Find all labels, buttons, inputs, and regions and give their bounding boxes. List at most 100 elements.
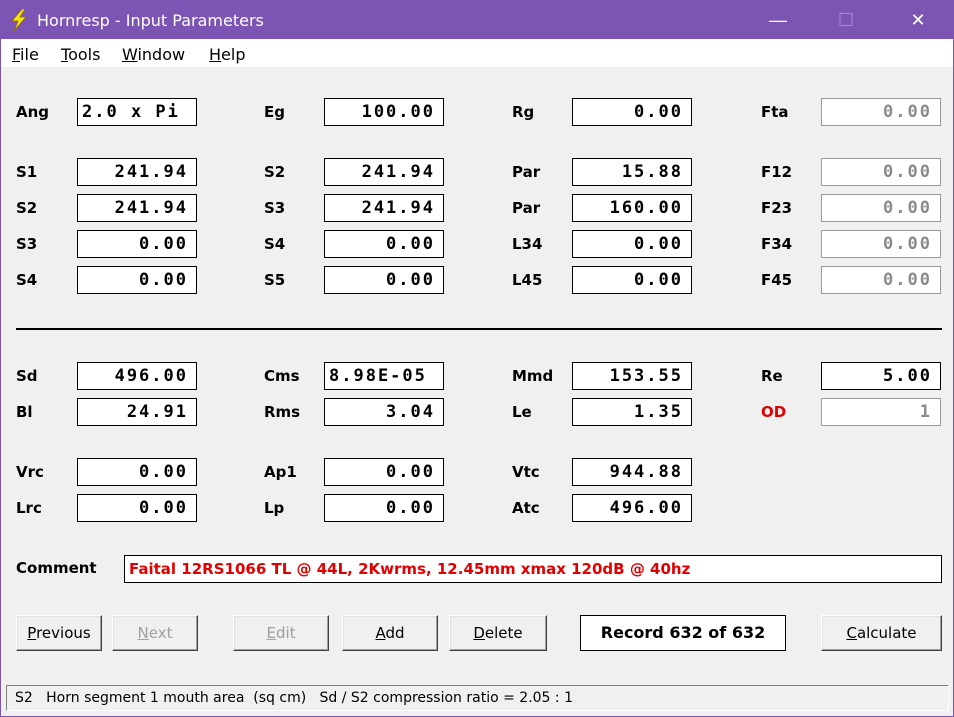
close-button[interactable]: ✕	[895, 1, 941, 39]
menu-tools-accel: T	[61, 45, 69, 64]
atc-field[interactable]: 496.00	[572, 494, 692, 522]
lightning-bolt-icon	[11, 9, 27, 31]
add-accel: A	[375, 624, 386, 642]
menu-window-accel: W	[122, 45, 138, 64]
label-s3-seg2: S3	[264, 199, 286, 217]
cms-field[interactable]: 8.98E-05	[324, 362, 444, 390]
ap1-field[interactable]: 0.00	[324, 458, 444, 486]
label-f23: F23	[761, 199, 793, 217]
bl-field[interactable]: 24.91	[77, 398, 197, 426]
label-s5: S5	[264, 271, 286, 289]
delete-button[interactable]: Delete	[449, 615, 547, 651]
l45-field[interactable]: 0.00	[572, 266, 692, 294]
vrc-field[interactable]: 0.00	[77, 458, 197, 486]
hornresp-window: Hornresp - Input Parameters — ☐ ✕ File T…	[0, 0, 954, 717]
fta-field: 0.00	[821, 98, 941, 126]
f34-field: 0.00	[821, 230, 941, 258]
next-button[interactable]: Next	[112, 615, 198, 651]
menu-file-accel: F	[12, 45, 21, 64]
label-fta: Fta	[761, 103, 789, 121]
label-s3: S3	[16, 235, 38, 253]
label-sd: Sd	[16, 367, 38, 385]
calculate-accel: C	[846, 624, 857, 642]
menu-file[interactable]: File	[12, 45, 39, 64]
f23-field: 0.00	[821, 194, 941, 222]
par1-field[interactable]: 15.88	[572, 158, 692, 186]
label-s4: S4	[16, 271, 38, 289]
menu-window-label: indow	[137, 45, 186, 64]
label-mmd: Mmd	[512, 367, 554, 385]
add-label: dd	[385, 624, 405, 642]
add-button[interactable]: Add	[342, 615, 438, 651]
ang-field[interactable]: 2.0 x Pi	[77, 98, 197, 126]
title-bar[interactable]: Hornresp - Input Parameters — ☐ ✕	[1, 1, 953, 39]
comment-field[interactable]: Faital 12RS1066 TL @ 44L, 2Kwrms, 12.45m…	[124, 555, 942, 583]
previous-button[interactable]: Previous	[16, 615, 102, 651]
label-f45: F45	[761, 271, 793, 289]
label-f34: F34	[761, 235, 793, 253]
menu-bar: File Tools Window Help	[1, 39, 953, 67]
menu-help-accel: H	[209, 45, 222, 64]
label-le: Le	[512, 403, 532, 421]
s4-seg3-field[interactable]: 0.00	[324, 230, 444, 258]
label-lp: Lp	[264, 499, 285, 517]
menu-help[interactable]: Help	[209, 45, 245, 64]
label-s1: S1	[16, 163, 38, 181]
s2-seg1-field[interactable]: 241.94	[324, 158, 444, 186]
sd-field[interactable]: 496.00	[77, 362, 197, 390]
label-ap1: Ap1	[264, 463, 297, 481]
mmd-field[interactable]: 153.55	[572, 362, 692, 390]
label-l45: L45	[512, 271, 543, 289]
calculate-button[interactable]: Calculate	[821, 615, 942, 651]
par2-field[interactable]: 160.00	[572, 194, 692, 222]
lp-field[interactable]: 0.00	[324, 494, 444, 522]
calculate-label: alculate	[856, 624, 917, 642]
label-re: Re	[761, 367, 783, 385]
label-atc: Atc	[512, 499, 540, 517]
delete-label: elete	[484, 624, 523, 642]
re-field[interactable]: 5.00	[821, 362, 941, 390]
minimize-button[interactable]: —	[755, 1, 801, 39]
previous-accel: P	[27, 624, 37, 642]
record-counter: Record 632 of 632	[580, 615, 786, 651]
label-comment: Comment	[16, 559, 97, 577]
label-f12: F12	[761, 163, 793, 181]
lrc-field[interactable]: 0.00	[77, 494, 197, 522]
label-od[interactable]: OD	[761, 403, 786, 421]
f12-field: 0.00	[821, 158, 941, 186]
edit-button[interactable]: Edit	[233, 615, 329, 651]
label-bl: Bl	[16, 403, 33, 421]
l34-field[interactable]: 0.00	[572, 230, 692, 258]
rg-field[interactable]: 0.00	[572, 98, 692, 126]
menu-tools-label: ools	[68, 45, 101, 64]
rms-field[interactable]: 3.04	[324, 398, 444, 426]
s4-field[interactable]: 0.00	[77, 266, 197, 294]
label-s2-seg1: S2	[264, 163, 286, 181]
menu-file-label: ile	[20, 45, 39, 64]
label-rg: Rg	[512, 103, 535, 121]
s3-seg2-field[interactable]: 241.94	[324, 194, 444, 222]
menu-tools[interactable]: Tools	[61, 45, 100, 64]
maximize-button[interactable]: ☐	[823, 1, 869, 39]
od-field: 1	[821, 398, 941, 426]
edit-label: dit	[275, 624, 296, 642]
s2-field[interactable]: 241.94	[77, 194, 197, 222]
status-bar: S2 Horn segment 1 mouth area (sq cm) Sd …	[6, 685, 949, 711]
menu-window[interactable]: Window	[122, 45, 185, 64]
le-field[interactable]: 1.35	[572, 398, 692, 426]
s1-field[interactable]: 241.94	[77, 158, 197, 186]
edit-accel: E	[266, 624, 276, 642]
label-rms: Rms	[264, 403, 301, 421]
vtc-field[interactable]: 944.88	[572, 458, 692, 486]
s5-field[interactable]: 0.00	[324, 266, 444, 294]
label-vrc: Vrc	[16, 463, 44, 481]
label-ang: Ang	[16, 103, 50, 121]
eg-field[interactable]: 100.00	[324, 98, 444, 126]
label-cms: Cms	[264, 367, 300, 385]
f45-field: 0.00	[821, 266, 941, 294]
label-l34: L34	[512, 235, 543, 253]
s3-field[interactable]: 0.00	[77, 230, 197, 258]
label-s4-seg3: S4	[264, 235, 286, 253]
next-label: ext	[148, 624, 173, 642]
menu-help-label: elp	[221, 45, 246, 64]
